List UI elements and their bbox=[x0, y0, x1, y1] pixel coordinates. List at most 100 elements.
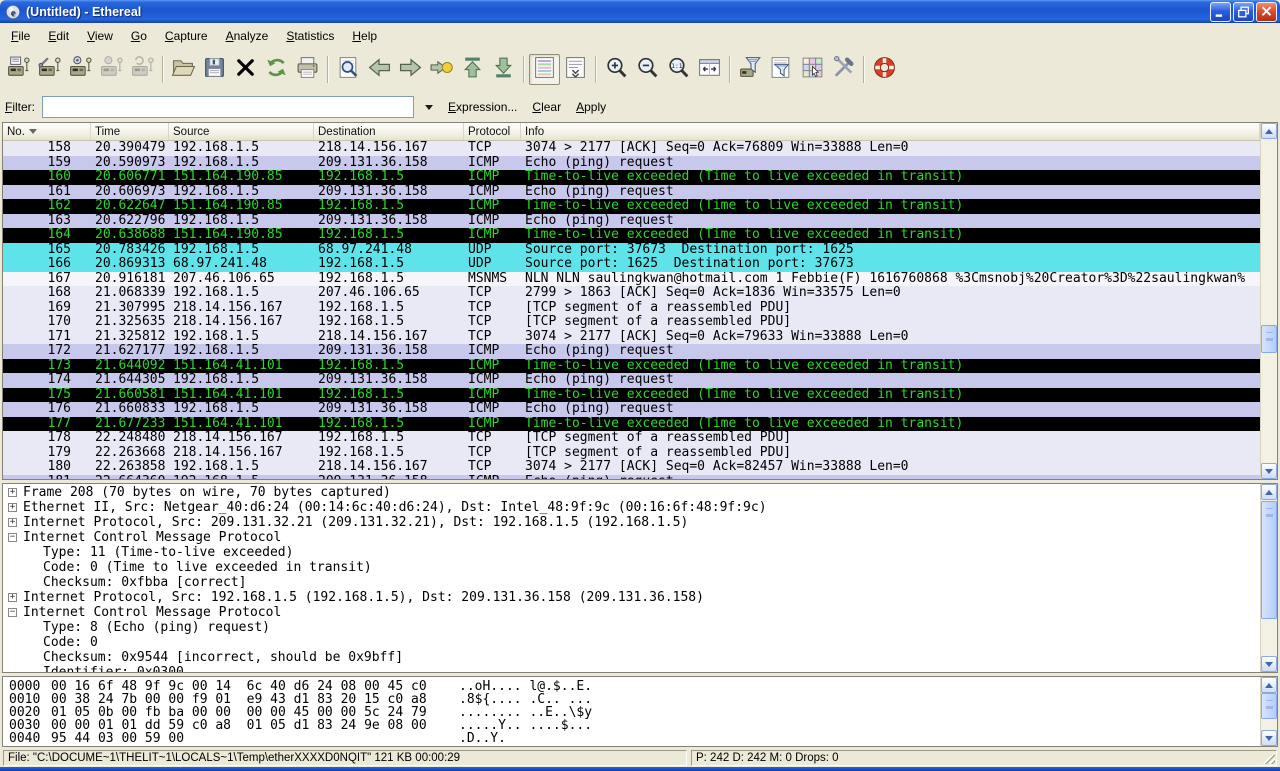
menu-file[interactable]: File bbox=[2, 25, 39, 47]
zoom-normal-button[interactable]: 1:1 bbox=[663, 54, 694, 85]
go-first-button[interactable] bbox=[457, 54, 488, 85]
packet-row-171[interactable]: 17121.325812192.168.1.5218.14.156.167TCP… bbox=[3, 330, 1260, 345]
resize-grip[interactable] bbox=[1263, 752, 1275, 764]
packet-row-164[interactable]: 16420.638688151.164.190.85192.168.1.5ICM… bbox=[3, 228, 1260, 243]
packet-row-173[interactable]: 17321.644092151.164.41.101192.168.1.5ICM… bbox=[3, 359, 1260, 374]
packet-row-172[interactable]: 17221.627177192.168.1.5209.131.36.158ICM… bbox=[3, 344, 1260, 359]
save-file-button[interactable] bbox=[199, 54, 230, 85]
print-button[interactable] bbox=[292, 54, 323, 85]
packet-details-scrollbar[interactable] bbox=[1260, 484, 1277, 672]
expand-icon[interactable]: + bbox=[8, 593, 17, 602]
packet-row-181[interactable]: 18122.664360192.168.1.5209.131.36.158ICM… bbox=[3, 475, 1260, 480]
display-filter-button[interactable] bbox=[766, 54, 797, 85]
detail-line[interactable]: +Internet Protocol, Src: 209.131.32.21 (… bbox=[3, 515, 1260, 530]
packet-row-163[interactable]: 16320.622796192.168.1.5209.131.36.158ICM… bbox=[3, 214, 1260, 229]
packet-row-179[interactable]: 17922.263668218.14.156.167192.168.1.5TCP… bbox=[3, 446, 1260, 461]
clear-button[interactable]: Clear bbox=[528, 98, 565, 116]
column-header-protocol[interactable]: Protocol bbox=[464, 123, 521, 140]
detail-line[interactable]: −Internet Control Message Protocol bbox=[3, 530, 1260, 545]
capture-filter-button[interactable] bbox=[735, 54, 766, 85]
menu-go[interactable]: Go bbox=[122, 25, 156, 47]
colorize-button[interactable] bbox=[529, 54, 560, 85]
collapse-icon[interactable]: − bbox=[8, 533, 17, 542]
scrollbar-thumb[interactable] bbox=[1261, 501, 1277, 619]
packet-row-177[interactable]: 17721.677233151.164.41.101192.168.1.5ICM… bbox=[3, 417, 1260, 432]
filter-input[interactable] bbox=[42, 96, 414, 118]
column-header-info[interactable]: Info bbox=[521, 123, 1260, 140]
packet-row-158[interactable]: 15820.390479192.168.1.5218.14.156.167TCP… bbox=[3, 141, 1260, 156]
zoom-in-button[interactable] bbox=[601, 54, 632, 85]
packet-row-169[interactable]: 16921.307995218.14.156.167192.168.1.5TCP… bbox=[3, 301, 1260, 316]
packet-row-165[interactable]: 16520.783426192.168.1.568.97.241.48UDPSo… bbox=[3, 243, 1260, 258]
menu-help[interactable]: Help bbox=[343, 25, 386, 47]
detail-line[interactable]: +Ethernet II, Src: Netgear_40:d6:24 (00:… bbox=[3, 500, 1260, 515]
expand-icon[interactable]: + bbox=[8, 518, 17, 527]
scroll-up-button[interactable] bbox=[1261, 123, 1277, 139]
detail-line[interactable]: +Frame 208 (70 bytes on wire, 70 bytes c… bbox=[3, 485, 1260, 500]
help-button[interactable] bbox=[869, 54, 900, 85]
filter-label[interactable]: Filter: bbox=[5, 100, 35, 114]
find-packet-button[interactable] bbox=[333, 54, 364, 85]
scroll-up-button[interactable] bbox=[1261, 484, 1277, 500]
go-back-button[interactable] bbox=[364, 54, 395, 85]
column-header-time[interactable]: Time bbox=[91, 123, 169, 140]
collapse-icon[interactable]: − bbox=[8, 608, 17, 617]
scroll-up-button[interactable] bbox=[1261, 677, 1277, 693]
packet-row-160[interactable]: 16020.606771151.164.190.85192.168.1.5ICM… bbox=[3, 170, 1260, 185]
packet-row-161[interactable]: 16120.606973192.168.1.5209.131.36.158ICM… bbox=[3, 185, 1260, 200]
detail-line[interactable]: +Internet Protocol, Src: 192.168.1.5 (19… bbox=[3, 590, 1260, 605]
close-file-button[interactable] bbox=[230, 54, 261, 85]
preferences-button[interactable] bbox=[828, 54, 859, 85]
menu-edit[interactable]: Edit bbox=[39, 25, 78, 47]
detail-line[interactable]: Checksum: 0x9544 [incorrect, should be 0… bbox=[3, 650, 1260, 665]
detail-line[interactable]: Identifier: 0x0300 bbox=[3, 665, 1260, 672]
menu-analyze[interactable]: Analyze bbox=[217, 25, 278, 47]
expand-icon[interactable]: + bbox=[8, 488, 17, 497]
reload-button[interactable] bbox=[261, 54, 292, 85]
column-header-destination[interactable]: Destination bbox=[314, 123, 464, 140]
open-file-button[interactable] bbox=[168, 54, 199, 85]
scrollbar-thumb[interactable] bbox=[1261, 325, 1277, 353]
apply-button[interactable]: Apply bbox=[572, 98, 610, 116]
packet-row-170[interactable]: 17021.325635218.14.156.167192.168.1.5TCP… bbox=[3, 315, 1260, 330]
coloring-rules-button[interactable] bbox=[797, 54, 828, 85]
packet-row-176[interactable]: 17621.660833192.168.1.5209.131.36.158ICM… bbox=[3, 402, 1260, 417]
detail-line[interactable]: Checksum: 0xfbba [correct] bbox=[3, 575, 1260, 590]
go-forward-button[interactable] bbox=[395, 54, 426, 85]
menu-statistics[interactable]: Statistics bbox=[277, 25, 343, 47]
expand-icon[interactable]: + bbox=[8, 503, 17, 512]
maximize-button[interactable] bbox=[1233, 2, 1254, 22]
packet-row-159[interactable]: 15920.590973192.168.1.5209.131.36.158ICM… bbox=[3, 156, 1260, 171]
capture-options-button[interactable] bbox=[34, 54, 65, 85]
packet-row-162[interactable]: 16220.622647151.164.190.85192.168.1.5ICM… bbox=[3, 199, 1260, 214]
resize-columns-button[interactable] bbox=[694, 54, 725, 85]
scroll-down-button[interactable] bbox=[1261, 656, 1277, 672]
packet-row-167[interactable]: 16720.916181207.46.106.65192.168.1.5MSNM… bbox=[3, 272, 1260, 287]
capture-interfaces-button[interactable] bbox=[3, 54, 34, 85]
packet-bytes-scrollbar[interactable] bbox=[1260, 677, 1277, 746]
scroll-down-button[interactable] bbox=[1261, 730, 1277, 746]
packet-row-178[interactable]: 17822.248480218.14.156.167192.168.1.5TCP… bbox=[3, 431, 1260, 446]
filter-dropdown-button[interactable] bbox=[421, 97, 437, 117]
zoom-out-button[interactable] bbox=[632, 54, 663, 85]
packet-row-175[interactable]: 17521.660581151.164.41.101192.168.1.5ICM… bbox=[3, 388, 1260, 403]
packet-list-scrollbar[interactable] bbox=[1260, 123, 1277, 479]
auto-scroll-button[interactable] bbox=[560, 54, 591, 85]
go-last-button[interactable] bbox=[488, 54, 519, 85]
detail-line[interactable]: Code: 0 (Time to live exceeded in transi… bbox=[3, 560, 1260, 575]
packet-row-166[interactable]: 16620.86931368.97.241.48192.168.1.5UDPSo… bbox=[3, 257, 1260, 272]
capture-start-button[interactable] bbox=[65, 54, 96, 85]
go-to-packet-button[interactable] bbox=[426, 54, 457, 85]
detail-line[interactable]: −Internet Control Message Protocol bbox=[3, 605, 1260, 620]
scrollbar-thumb[interactable] bbox=[1261, 693, 1277, 719]
menu-view[interactable]: View bbox=[78, 25, 122, 47]
packet-row-168[interactable]: 16821.068339192.168.1.5207.46.106.65TCP2… bbox=[3, 286, 1260, 301]
expression-button[interactable]: Expression... bbox=[444, 98, 521, 116]
detail-line[interactable]: Type: 8 (Echo (ping) request) bbox=[3, 620, 1260, 635]
packet-row-174[interactable]: 17421.644305192.168.1.5209.131.36.158ICM… bbox=[3, 373, 1260, 388]
minimize-button[interactable] bbox=[1210, 2, 1231, 22]
scroll-down-button[interactable] bbox=[1261, 463, 1277, 479]
detail-line[interactable]: Code: 0 bbox=[3, 635, 1260, 650]
detail-line[interactable]: Type: 11 (Time-to-live exceeded) bbox=[3, 545, 1260, 560]
close-button[interactable] bbox=[1256, 2, 1277, 22]
